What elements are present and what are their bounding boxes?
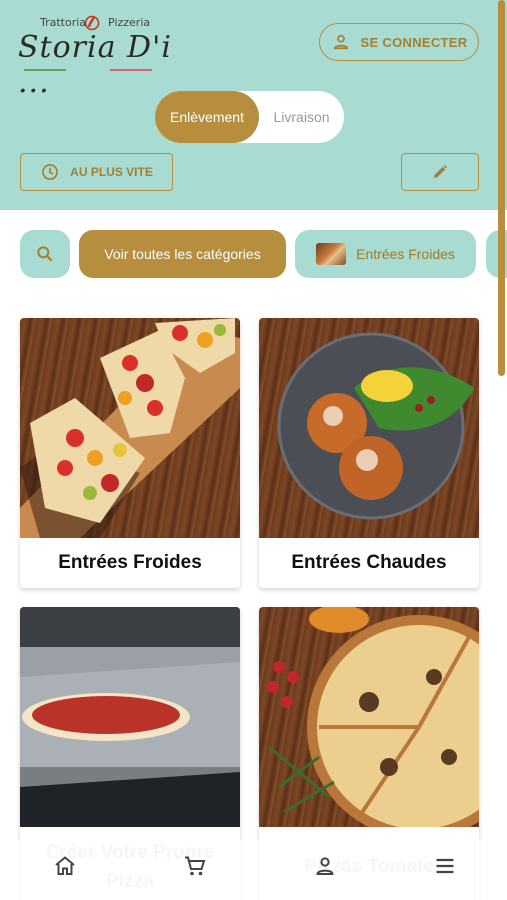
category-card-entrees-chaudes[interactable]: Entrées Chaudes <box>259 318 479 588</box>
category-chip-entrees-froides[interactable]: Entrées Froides <box>295 230 476 278</box>
home-icon <box>55 856 75 875</box>
card-image <box>259 318 479 538</box>
login-label: SE CONNECTER <box>360 34 468 50</box>
search-button[interactable] <box>20 230 70 278</box>
arancini-image <box>277 332 474 520</box>
bottom-navigation <box>0 840 507 900</box>
bruschetta-image <box>20 318 240 538</box>
category-thumbnail <box>316 243 347 265</box>
logo-line-red <box>110 69 152 71</box>
category-chip-label: Entrées Froides <box>356 246 455 262</box>
logo-line-green <box>24 69 66 71</box>
nav-menu[interactable] <box>433 854 457 878</box>
header: Trattoria Pizzeria Storia D'i ... SE CONN… <box>0 0 507 210</box>
pencil-icon <box>434 164 448 178</box>
card-title: Entrées Froides <box>58 552 202 574</box>
category-bar: Voir toutes les catégories Entrées Froid… <box>0 228 507 280</box>
login-button[interactable]: SE CONNECTER <box>319 23 479 61</box>
pizza-image <box>267 607 479 827</box>
cart-icon <box>185 856 206 876</box>
card-title: Entrées Chaudes <box>291 552 447 574</box>
nav-cart[interactable] <box>183 854 207 878</box>
pizza-oven-image <box>20 607 240 827</box>
logo[interactable]: Trattoria Pizzeria Storia D'i ... <box>18 12 178 100</box>
card-image <box>20 607 240 827</box>
order-mode-toggle: Enlèvement Livraison <box>155 91 344 143</box>
toggle-delivery[interactable]: Livraison <box>259 91 344 143</box>
menu-icon <box>436 858 454 874</box>
category-card-entrees-froides[interactable]: Entrées Froides <box>20 318 240 588</box>
logo-script: Storia D'i ... <box>18 30 172 100</box>
card-image <box>20 318 240 538</box>
logo-top-left: Trattoria <box>40 16 87 29</box>
card-image <box>259 607 479 827</box>
search-icon <box>37 246 53 262</box>
person-outline-icon <box>333 34 348 50</box>
pepper-icon <box>84 15 100 31</box>
app-screen: Trattoria Pizzeria Storia D'i ... SE CONN… <box>0 0 507 900</box>
nav-home[interactable] <box>53 854 77 878</box>
edit-button[interactable] <box>401 153 479 191</box>
person-icon <box>316 857 334 875</box>
asap-label: AU PLUS VITE <box>70 165 153 179</box>
all-categories-chip[interactable]: Voir toutes les catégories <box>79 230 286 278</box>
nav-account[interactable] <box>313 854 337 878</box>
logo-top-right: Pizzeria <box>108 16 151 29</box>
scrollbar[interactable] <box>498 0 505 376</box>
toggle-pickup[interactable]: Enlèvement <box>155 91 259 143</box>
asap-button[interactable]: AU PLUS VITE <box>20 153 173 191</box>
clock-icon <box>42 164 59 180</box>
